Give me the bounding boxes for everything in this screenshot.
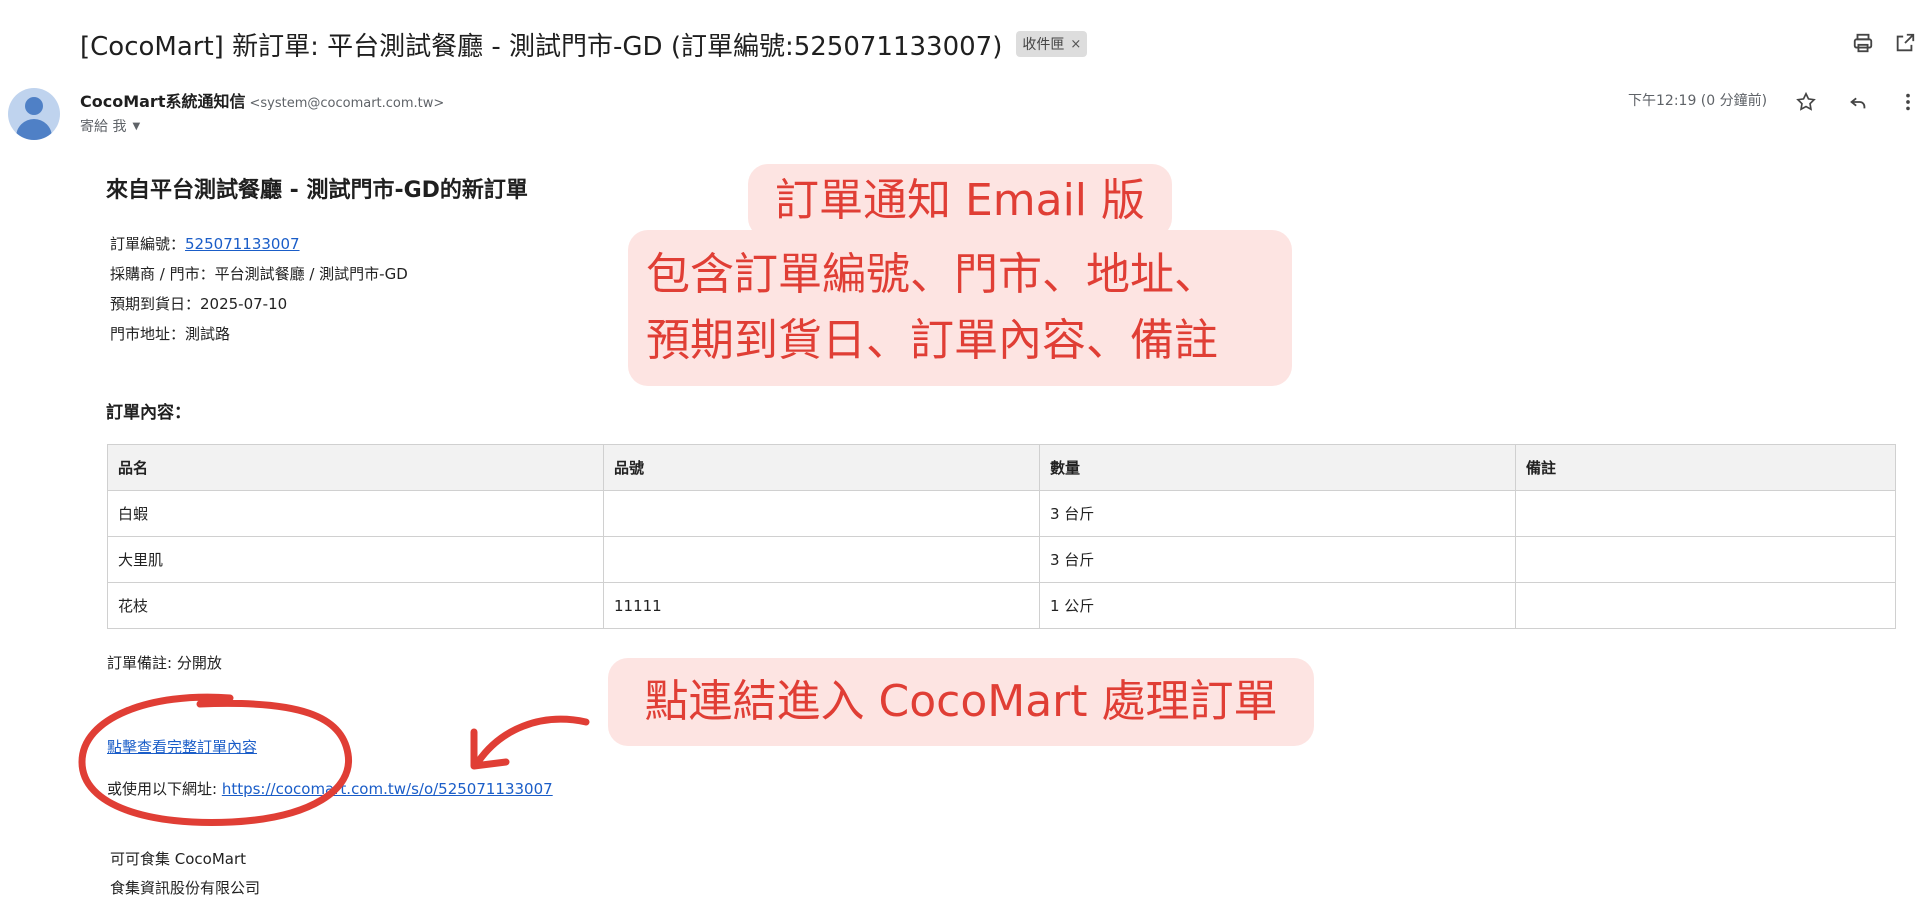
store-address-line: 門市地址：測試路 (110, 325, 231, 343)
sender-line: CocoMart系統通知信 <system@cocomart.com.tw> (80, 88, 444, 112)
chevron-down-icon: ▼ (132, 120, 141, 132)
sender-email: <system@cocomart.com.tw> (249, 96, 445, 111)
annotation-line-2: 預期到貨日、訂單內容、備註 (646, 315, 1218, 366)
remove-label-icon[interactable]: × (1070, 37, 1081, 52)
recipient-details-toggle[interactable]: 寄給 我 ▼ (80, 116, 140, 136)
buyer-store-line: 採購商 / 門市：平台測試餐廳 / 測試門市-GD (110, 265, 408, 283)
email-subject: [CocoMart] 新訂單: 平台測試餐廳 - 測試門市-GD (訂單編號:5… (80, 24, 1088, 64)
view-full-order-link[interactable]: 點擊查看完整訂單內容 (107, 736, 257, 757)
column-header-sku: 品號 (603, 444, 1040, 491)
reply-icon[interactable] (1844, 88, 1872, 116)
sender-name: CocoMart系統通知信 (80, 92, 246, 111)
cell-note (1515, 536, 1896, 583)
email-timestamp: 下午12:19 (0 分鐘前) (1628, 93, 1768, 109)
subject-text: [CocoMart] 新訂單: 平台測試餐廳 - 測試門市-GD (訂單編號:5… (80, 31, 1003, 62)
star-icon[interactable] (1792, 88, 1820, 116)
more-options-icon[interactable] (1894, 88, 1920, 116)
annotation-callout-body: 包含訂單編號、門市、地址、 預期到貨日、訂單內容、備註 (628, 230, 1292, 386)
sender-avatar (8, 88, 60, 140)
column-header-note: 備註 (1515, 444, 1896, 491)
table-row: 白蝦 3 台斤 (107, 490, 1896, 537)
inbox-label-text: 收件匣 (1022, 37, 1065, 53)
cell-quantity: 3 台斤 (1039, 490, 1516, 537)
recipient-text: 寄給 我 (80, 119, 127, 135)
alternate-url-line: 或使用以下網址: https://cocomart.com.tw/s/o/525… (107, 778, 553, 799)
column-header-quantity: 數量 (1039, 444, 1516, 491)
annotation-callout-link: 點連結進入 CocoMart 處理訂單 (608, 658, 1314, 746)
column-header-name: 品名 (107, 444, 604, 491)
table-row: 花枝 11111 1 公斤 (107, 582, 1896, 629)
email-title: 來自平台測試餐廳 - 測試門市-GD的新訂單 (106, 178, 528, 203)
annotation-callout-title: 訂單通知 Email 版 (748, 164, 1172, 238)
annotation-circle (78, 693, 352, 826)
order-note: 訂單備註: 分開放 (107, 654, 222, 672)
inbox-label-chip[interactable]: 收件匣 × (1016, 31, 1088, 57)
cell-sku (603, 490, 1040, 537)
cell-quantity: 3 台斤 (1039, 536, 1516, 583)
cell-note (1515, 490, 1896, 537)
order-number-line: 訂單編號：525071133007 (110, 233, 300, 254)
order-items-title: 訂單內容： (106, 403, 191, 423)
expected-date-line: 預期到貨日：2025-07-10 (110, 295, 288, 313)
open-in-new-icon[interactable] (1892, 30, 1918, 56)
order-items-table: 品名 品號 數量 備註 白蝦 3 台斤 大里肌 3 台斤 花枝 11111 1 … (107, 444, 1896, 629)
print-icon[interactable] (1850, 30, 1876, 56)
cell-name: 大里肌 (107, 536, 604, 583)
alternate-url-prefix: 或使用以下網址: (107, 780, 222, 798)
cell-name: 白蝦 (107, 490, 604, 537)
annotation-line-1: 包含訂單編號、門市、地址、 (646, 249, 1218, 300)
cell-note (1515, 582, 1896, 629)
table-row: 大里肌 3 台斤 (107, 536, 1896, 583)
footer-brand: 可可食集 CocoMart (110, 850, 247, 868)
footer-company: 食集資訊股份有限公司 (110, 879, 261, 897)
cell-sku (603, 536, 1040, 583)
cell-sku: 11111 (603, 582, 1040, 629)
order-number-label: 訂單編號： (110, 235, 186, 253)
annotation-arrow-icon (474, 715, 590, 766)
order-number-link[interactable]: 525071133007 (185, 235, 300, 253)
cell-quantity: 1 公斤 (1039, 582, 1516, 629)
table-header-row: 品名 品號 數量 備註 (107, 444, 1896, 491)
order-url-link[interactable]: https://cocomart.com.tw/s/o/525071133007 (222, 780, 553, 798)
cell-name: 花枝 (107, 582, 604, 629)
